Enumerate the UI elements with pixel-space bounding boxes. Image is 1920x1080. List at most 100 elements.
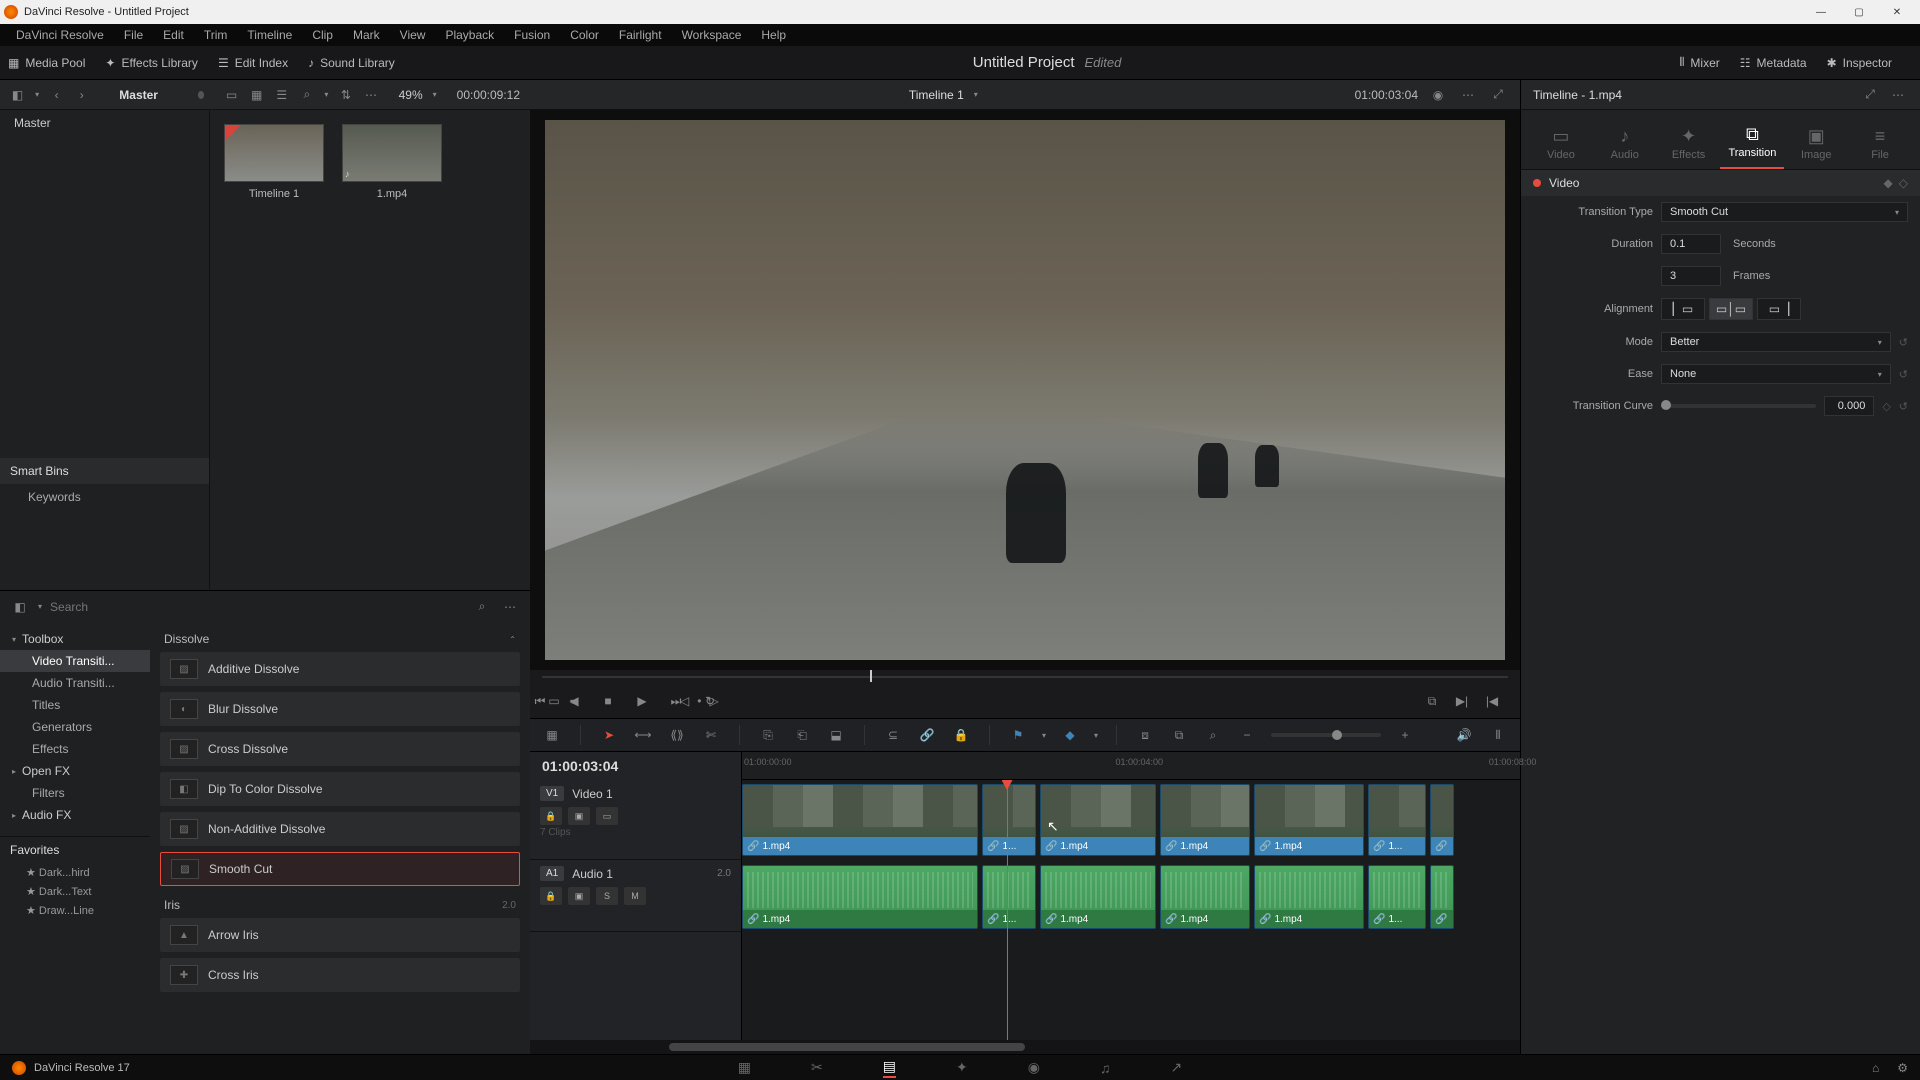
timeline-clip-area[interactable]: 🔗1.mp4🔗1...🔗1.mp4🔗1.mp4🔗1.mp4🔗1...🔗 🔗1.m… [742, 780, 1520, 1040]
project-settings-icon[interactable]: ⚙ [1897, 1061, 1908, 1075]
minimize-button[interactable]: — [1802, 2, 1840, 22]
page-fairlight[interactable]: ♫ [1100, 1060, 1111, 1076]
close-button[interactable]: ✕ [1878, 2, 1916, 22]
chevron-down-icon[interactable]: ▾ [324, 90, 328, 99]
timeline-clip[interactable]: 🔗1.mp4 [1040, 865, 1156, 929]
single-viewer-icon[interactable]: ⧉ [1422, 691, 1442, 711]
effect-blur-dissolve[interactable]: ◐Blur Dissolve [160, 692, 520, 726]
flag-icon[interactable]: ⚑ [1008, 725, 1028, 745]
link-icon[interactable]: 🔗 [917, 725, 937, 745]
viewer-scrubber[interactable] [542, 670, 1508, 684]
timeline-clip[interactable]: 🔗1.mp4 [1254, 865, 1364, 929]
effect-arrow-iris[interactable]: ▲Arrow Iris [160, 918, 520, 952]
maximize-button[interactable]: ▢ [1840, 2, 1878, 22]
lock-icon[interactable]: 🔒 [951, 725, 971, 745]
align-center-button[interactable]: ▭│▭ [1709, 298, 1753, 320]
timeline-clip[interactable]: 🔗1.mp4 [1254, 784, 1364, 856]
smartbins-header[interactable]: Smart Bins [0, 458, 209, 484]
tab-file[interactable]: ≡File [1848, 122, 1912, 169]
home-icon[interactable]: ⌂ [1872, 1061, 1879, 1075]
transition-type-select[interactable]: Smooth Cut▾ [1661, 202, 1908, 222]
viewer-mode-icon[interactable]: ▭ [544, 691, 564, 711]
nav-fwd-icon[interactable]: › [74, 85, 89, 105]
playhead[interactable] [1007, 780, 1008, 1040]
play-button[interactable]: ▶ [632, 691, 652, 711]
ease-select[interactable]: None▾ [1661, 364, 1891, 384]
tree-filters[interactable]: Filters [0, 782, 150, 804]
range-icon[interactable]: ⧈ [1135, 725, 1155, 745]
timeline-clip[interactable]: 🔗1.mp4 [1160, 865, 1250, 929]
effects-search-input[interactable] [50, 600, 464, 614]
page-media[interactable]: ▦ [738, 1059, 751, 1076]
effect-smooth-cut[interactable]: ▨Smooth Cut [160, 852, 520, 886]
reset-icon[interactable]: ↺ [1899, 368, 1908, 381]
duration-frames-field[interactable]: 3 [1661, 266, 1721, 286]
tree-openfx[interactable]: ▸Open FX [0, 760, 150, 782]
tree-generators[interactable]: Generators [0, 716, 150, 738]
inspector-section-video[interactable]: Video ◆◇ [1521, 170, 1920, 196]
media-pool-toggle[interactable]: ▦Media Pool [8, 56, 85, 70]
menu-view[interactable]: View [390, 28, 436, 42]
favorite-item[interactable]: ★ Draw...Line [0, 901, 150, 920]
sidebar-toggle-icon[interactable]: ◧ [10, 85, 25, 105]
tab-effects[interactable]: ✦Effects [1657, 122, 1721, 169]
menu-davinci[interactable]: DaVinci Resolve [6, 28, 114, 42]
zoom-in-button[interactable]: + [1395, 725, 1415, 745]
reset-icon[interactable]: ↺ [1899, 336, 1908, 349]
tree-toolbox[interactable]: ▾Toolbox [0, 628, 150, 650]
mixer-toggle[interactable]: ⫴Mixer [1679, 55, 1719, 70]
more-icon[interactable]: ⋯ [364, 85, 379, 105]
menu-timeline[interactable]: Timeline [237, 28, 302, 42]
bin-path[interactable]: Master [119, 88, 158, 102]
clip-thumb[interactable]: ♪ 1.mp4 [342, 124, 442, 200]
keyframe-icon[interactable]: ◇ [1882, 400, 1890, 413]
chevron-down-icon[interactable]: ▾ [38, 602, 42, 611]
timeline-clip[interactable]: 🔗1... [1368, 784, 1426, 856]
curve-value[interactable]: 0.000 [1824, 396, 1874, 416]
zoom-slider[interactable] [1271, 733, 1381, 737]
view-metadata-icon[interactable]: ▭ [224, 85, 239, 105]
page-edit[interactable]: ▤ [883, 1058, 896, 1078]
metadata-toggle[interactable]: ☷Metadata [1740, 56, 1807, 70]
program-viewer[interactable] [530, 110, 1520, 670]
tab-image[interactable]: ▣Image [1784, 122, 1848, 169]
effect-non-additive[interactable]: ▨Non-Additive Dissolve [160, 812, 520, 846]
chevron-down-icon[interactable]: ▾ [974, 90, 978, 99]
expand-icon[interactable]: ⤢ [1860, 85, 1880, 105]
effect-additive-dissolve[interactable]: ▨Additive Dissolve [160, 652, 520, 686]
group-iris[interactable]: Iris2.0 [160, 892, 520, 918]
timeline-scrollbar[interactable] [530, 1040, 1520, 1054]
menu-help[interactable]: Help [751, 28, 796, 42]
timeline-view-icon[interactable]: ▦ [542, 725, 562, 745]
sort-icon[interactable]: ⇅ [338, 85, 353, 105]
tab-video[interactable]: ▭Video [1529, 122, 1593, 169]
page-fusion[interactable]: ✦ [956, 1059, 968, 1076]
menu-color[interactable]: Color [560, 28, 609, 42]
menu-trim[interactable]: Trim [194, 28, 238, 42]
zoom-percent[interactable]: 49% [399, 88, 423, 102]
timeline-clip[interactable]: 🔗1... [1368, 865, 1426, 929]
mode-select[interactable]: Better▾ [1661, 332, 1891, 352]
dynamic-trim-tool[interactable]: ⟪⟫ [667, 725, 687, 745]
group-dissolve[interactable]: Dissolve⌃ [160, 626, 520, 652]
search-icon[interactable]: ⌕ [472, 597, 492, 617]
overwrite-icon[interactable]: ⎗ [792, 725, 812, 745]
selection-tool[interactable]: ➤ [599, 725, 619, 745]
timeline-clip[interactable]: 🔗1.mp4 [1040, 784, 1156, 856]
stop-button[interactable]: ■ [598, 691, 618, 711]
menu-mark[interactable]: Mark [343, 28, 390, 42]
more-icon[interactable]: ⋯ [500, 597, 520, 617]
audio-track-header[interactable]: A1Audio 12.0 🔒▣SM [530, 860, 741, 932]
favorite-item[interactable]: ★ Dark...hird [0, 863, 150, 882]
edit-index-toggle[interactable]: ☰Edit Index [218, 56, 288, 70]
effect-dip-to-color[interactable]: ◧Dip To Color Dissolve [160, 772, 520, 806]
duration-seconds-field[interactable]: 0.1 [1661, 234, 1721, 254]
effects-library-toggle[interactable]: ✦Effects Library [105, 56, 198, 70]
chevron-down-icon[interactable]: ▾ [433, 90, 437, 99]
menu-playback[interactable]: Playback [435, 28, 504, 42]
menu-fairlight[interactable]: Fairlight [609, 28, 672, 42]
menu-file[interactable]: File [114, 28, 153, 42]
page-cut[interactable]: ✂ [811, 1059, 823, 1076]
tree-titles[interactable]: Titles [0, 694, 150, 716]
zoom-to-fit-icon[interactable]: ⧉ [1169, 725, 1189, 745]
